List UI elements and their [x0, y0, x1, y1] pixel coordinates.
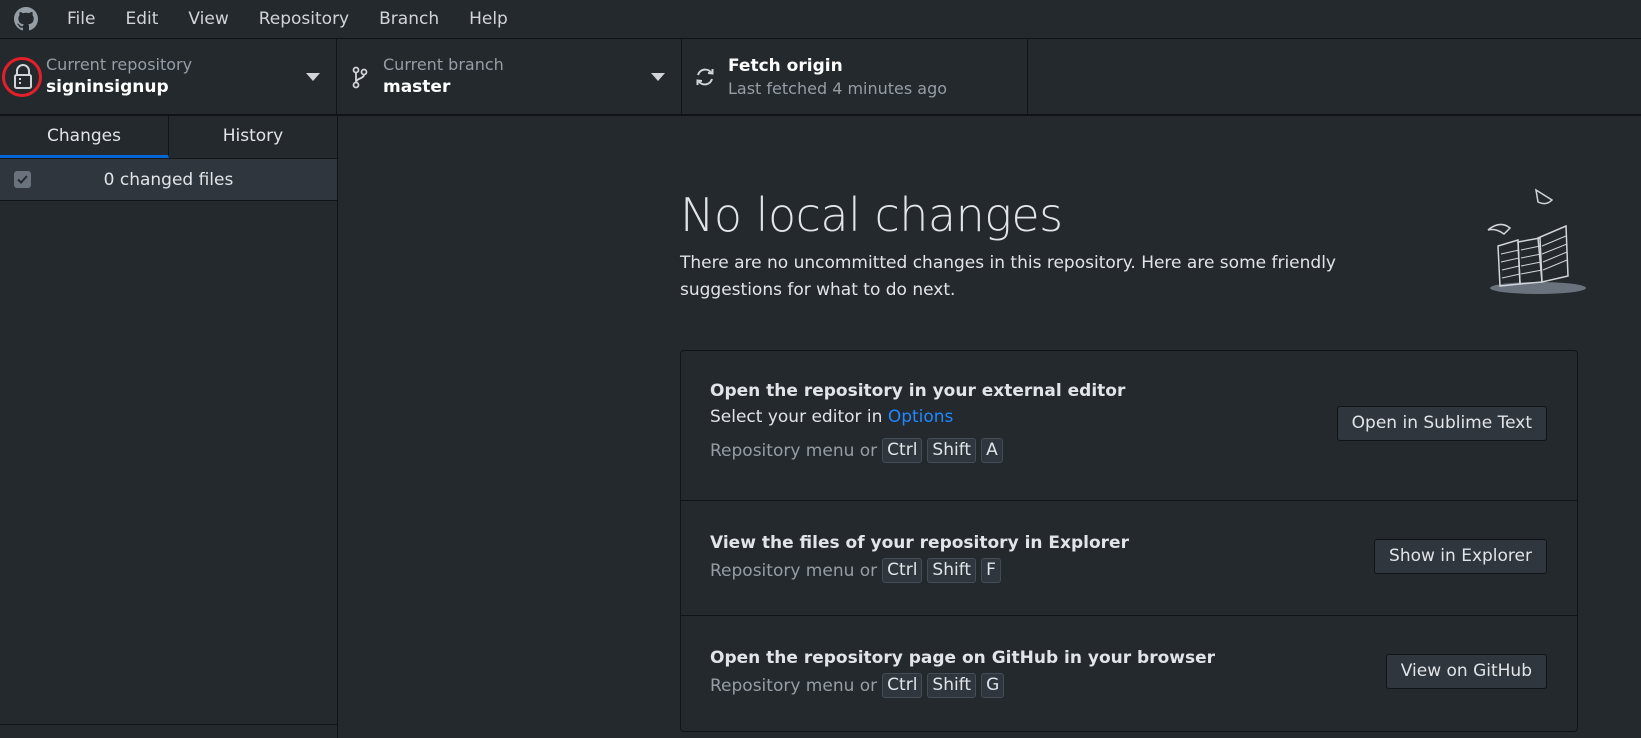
- tab-history[interactable]: History: [169, 116, 337, 158]
- fetch-origin-button[interactable]: Fetch origin Last fetched 4 minutes ago: [682, 39, 1028, 114]
- key-a: A: [981, 438, 1003, 463]
- key-shift: Shift: [927, 673, 977, 698]
- shortcut-prefix: Repository menu or: [710, 675, 878, 696]
- toolbar: Current repository signinsignup Current …: [0, 39, 1641, 116]
- tab-changes[interactable]: Changes: [0, 116, 169, 158]
- sidebar-tabs: Changes History: [0, 116, 337, 159]
- key-ctrl: Ctrl: [882, 558, 923, 583]
- action-title: Open the repository page on GitHub in yo…: [710, 648, 1216, 668]
- changed-files-count: 0 changed files: [103, 169, 234, 190]
- menu-repository[interactable]: Repository: [244, 0, 364, 39]
- action-view-on-github: Open the repository page on GitHub in yo…: [681, 616, 1577, 731]
- key-shift: Shift: [927, 438, 977, 463]
- current-branch-label: Current branch: [383, 55, 504, 74]
- menu-bar: File Edit View Repository Branch Help: [0, 0, 1641, 39]
- options-link[interactable]: Options: [888, 407, 954, 427]
- key-g: G: [981, 673, 1005, 698]
- current-branch-name: master: [383, 77, 451, 97]
- menu-file[interactable]: File: [52, 0, 110, 39]
- action-title: Open the repository in your external edi…: [710, 381, 1126, 401]
- current-branch-button[interactable]: Current branch master: [337, 39, 682, 114]
- show-in-explorer-button[interactable]: Show in Explorer: [1374, 539, 1547, 574]
- key-ctrl: Ctrl: [882, 673, 923, 698]
- select-all-checkbox[interactable]: [14, 171, 31, 188]
- current-repository-name: signinsignup: [46, 77, 169, 97]
- current-repository-button[interactable]: Current repository signinsignup: [0, 39, 337, 114]
- sidebar: Changes History 0 changed files: [0, 116, 338, 738]
- action-open-editor: Open the repository in your external edi…: [681, 351, 1577, 501]
- changed-files-header: 0 changed files: [0, 159, 337, 201]
- menu-view[interactable]: View: [173, 0, 243, 39]
- shortcut-hint: Repository menu or Ctrl Shift G: [710, 673, 1005, 698]
- key-ctrl: Ctrl: [882, 438, 923, 463]
- main-content: No local changes There are no uncommitte…: [338, 116, 1641, 738]
- menu-edit[interactable]: Edit: [110, 0, 173, 39]
- action-title: View the files of your repository in Exp…: [710, 533, 1129, 553]
- page-title: No local changes: [680, 188, 1063, 242]
- key-shift: Shift: [927, 558, 977, 583]
- sidebar-footer: [0, 724, 337, 738]
- menu-branch[interactable]: Branch: [364, 0, 454, 39]
- suggestions-panel: Open the repository in your external edi…: [680, 350, 1578, 732]
- action-show-in-explorer: View the files of your repository in Exp…: [681, 501, 1577, 616]
- sync-icon: [682, 39, 728, 114]
- shortcut-prefix: Repository menu or: [710, 560, 878, 581]
- git-branch-icon: [337, 39, 383, 114]
- menu-help[interactable]: Help: [454, 0, 523, 39]
- empty-state-illustration-icon: [1468, 186, 1588, 306]
- caret-down-icon: [306, 73, 320, 81]
- github-logo-icon: [0, 0, 52, 39]
- action-description: Select your editor in Options: [710, 407, 953, 427]
- key-f: F: [981, 558, 1001, 583]
- open-in-sublime-text-button[interactable]: Open in Sublime Text: [1336, 406, 1547, 441]
- shortcut-hint: Repository menu or Ctrl Shift F: [710, 558, 1001, 583]
- last-fetched-text: Last fetched 4 minutes ago: [728, 78, 948, 98]
- shortcut-prefix: Repository menu or: [710, 440, 878, 461]
- highlight-circle: [2, 57, 42, 97]
- page-description: There are no uncommitted changes in this…: [680, 253, 1336, 300]
- caret-down-icon: [651, 73, 665, 81]
- shortcut-hint: Repository menu or Ctrl Shift A: [710, 438, 1003, 463]
- fetch-origin-label: Fetch origin: [728, 55, 843, 76]
- action-description-text: Select your editor in: [710, 407, 888, 427]
- view-on-github-button[interactable]: View on GitHub: [1385, 654, 1547, 689]
- current-repository-label: Current repository: [46, 55, 193, 74]
